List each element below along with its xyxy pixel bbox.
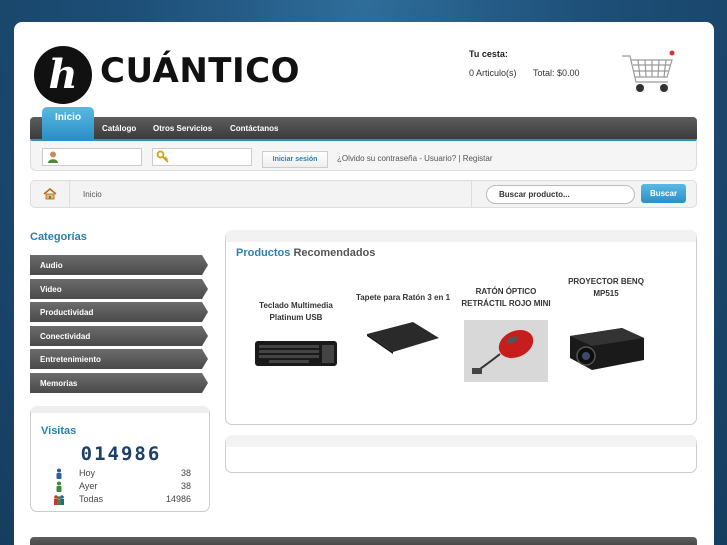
person-icon	[56, 481, 62, 492]
category-conectividad[interactable]: Conectividad	[30, 326, 208, 346]
divider	[471, 181, 472, 207]
category-entretenimiento[interactable]: Entretenimiento	[30, 349, 208, 369]
visits-value: 38	[180, 481, 191, 491]
category-productividad[interactable]: Productividad	[30, 302, 208, 322]
cart-label: Tu cesta:	[469, 49, 508, 59]
breadcrumb-separator	[69, 181, 70, 207]
categories-title: Categorías	[30, 231, 87, 243]
main-nav: Inicio Catálogo Otros Servicios Contácta…	[30, 107, 697, 139]
cart-item-count: 0 Articulo(s)	[469, 68, 517, 78]
nav-item-contactanos[interactable]: Contáctanos	[230, 124, 278, 133]
keyboard-image[interactable]	[254, 338, 338, 368]
nav-item-otros-servicios[interactable]: Otros Servicios	[153, 124, 212, 133]
cart-total: Total: $0.00	[533, 68, 580, 78]
search-button[interactable]: Buscar	[641, 184, 686, 203]
visits-label: Hoy	[79, 468, 96, 478]
logo-letter: h	[48, 51, 78, 98]
product-name[interactable]: RATÓN ÓPTICO RETRÁCTIL ROJO MINI	[456, 286, 556, 310]
shopping-cart-icon[interactable]	[618, 46, 678, 98]
login-bar: Iniciar sesión ¿Olvido su contraseña - U…	[30, 139, 697, 171]
product-name[interactable]: PROYECTOR BENQ MP515	[556, 276, 656, 300]
page-container: h CUÁNTICO Tu cesta: 0 Articulo(s) Total…	[14, 22, 714, 545]
products-title-highlight: Productos	[236, 247, 291, 259]
category-audio[interactable]: Audio	[30, 255, 208, 275]
visits-value: 38	[180, 468, 191, 478]
login-links[interactable]: ¿Olvido su contraseña - Usuario? | Regis…	[337, 154, 492, 163]
home-icon[interactable]	[43, 188, 57, 200]
products-title: Productos Recomendados	[236, 247, 375, 259]
visits-title: Visitas	[41, 425, 77, 437]
logo-icon[interactable]: h	[34, 46, 92, 104]
product-card[interactable]: PROYECTOR BENQ MP515	[556, 276, 656, 378]
category-memorias[interactable]: Memorias	[30, 373, 208, 393]
visits-row-yesterday: Ayer 38	[53, 481, 191, 493]
visits-counter: 014986	[80, 443, 162, 465]
group-icon	[54, 495, 64, 505]
product-card[interactable]: Tapete para Ratón 3 en 1	[353, 292, 453, 356]
mousepad-image[interactable]	[363, 316, 443, 356]
visits-value: 14986	[165, 494, 191, 504]
footer-bar	[30, 537, 697, 545]
breadcrumb: Inicio Buscar producto... Buscar	[30, 180, 697, 208]
visits-label: Todas	[79, 494, 104, 504]
content-box	[225, 435, 697, 473]
visits-row-today: Hoy 38	[53, 468, 191, 480]
visits-widget: Visitas 014986 Hoy 38 Ayer 38 Todas 1498…	[30, 406, 210, 512]
visits-row-all: Todas 14986	[53, 494, 191, 506]
breadcrumb-current[interactable]: Inicio	[83, 190, 102, 199]
product-name[interactable]: Tapete para Ratón 3 en 1	[353, 292, 453, 304]
nav-item-catalogo[interactable]: Catálogo	[102, 124, 136, 133]
product-card[interactable]: Teclado Multimedia Platinum USB	[246, 300, 346, 368]
mouse-image[interactable]	[464, 320, 548, 382]
password-field[interactable]	[152, 148, 252, 166]
projector-image[interactable]	[564, 316, 648, 378]
product-card[interactable]: RATÓN ÓPTICO RETRÁCTIL ROJO MINI	[456, 286, 556, 382]
products-title-rest: Recomendados	[293, 247, 376, 259]
person-icon	[56, 468, 62, 479]
username-field[interactable]	[42, 148, 142, 166]
recommended-products: Productos Recomendados Teclado Multimedi…	[225, 230, 697, 425]
category-video[interactable]: Video	[30, 279, 208, 299]
login-button[interactable]: Iniciar sesión	[262, 151, 328, 168]
user-icon	[48, 151, 58, 163]
search-input[interactable]: Buscar producto...	[486, 185, 635, 204]
product-name[interactable]: Teclado Multimedia Platinum USB	[246, 300, 346, 324]
visits-label: Ayer	[79, 481, 98, 491]
logo-text[interactable]: CUÁNTICO	[100, 54, 300, 88]
nav-item-inicio[interactable]: Inicio	[42, 107, 94, 139]
key-icon	[156, 150, 169, 163]
